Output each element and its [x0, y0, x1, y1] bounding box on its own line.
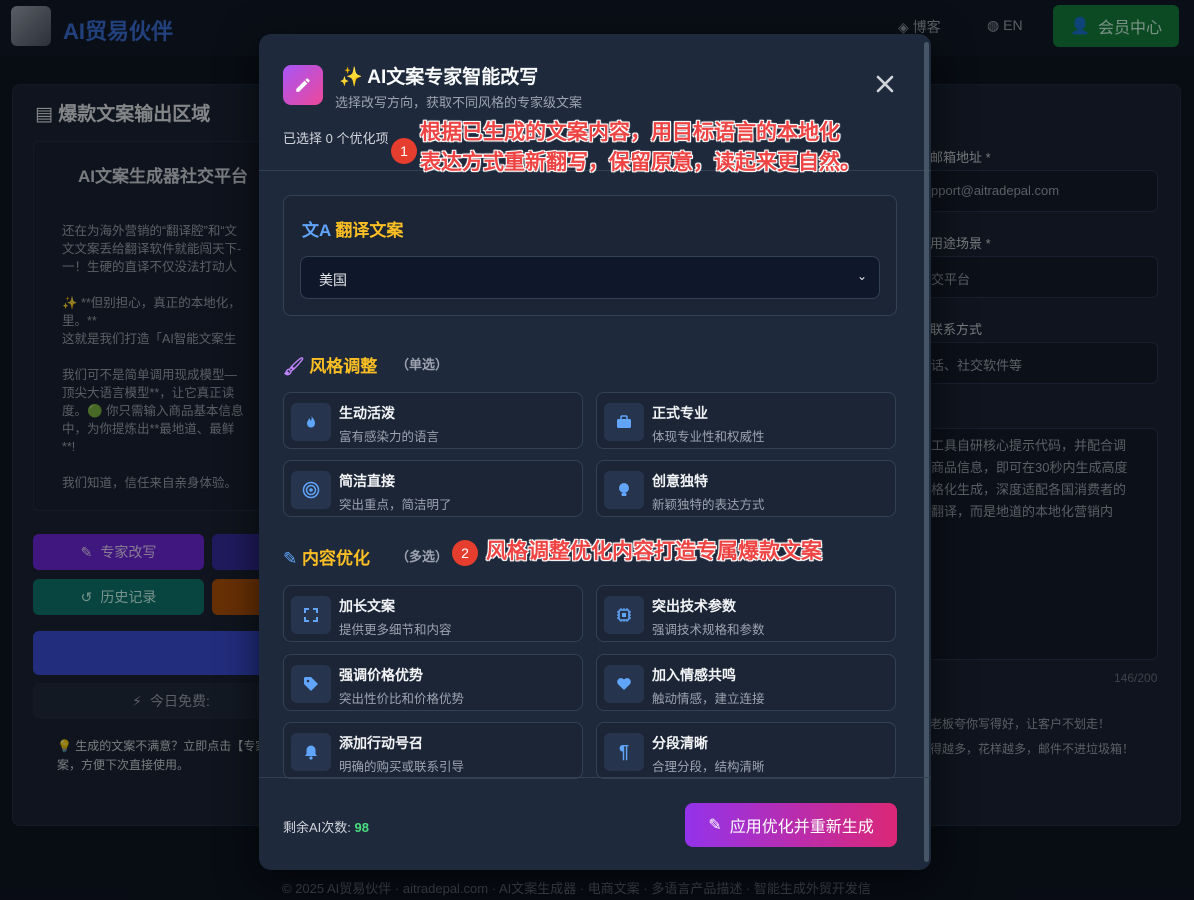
lightbulb-icon [604, 471, 644, 509]
content-option-lengthen[interactable]: 加长文案 提供更多细节和内容 [283, 585, 583, 642]
option-desc: 体现专业性和权威性 [652, 430, 765, 444]
option-desc: 合理分段，结构清晰 [652, 760, 765, 774]
option-desc: 提供更多细节和内容 [339, 623, 452, 637]
apply-regenerate-button[interactable]: ✎ 应用优化并重新生成 [685, 803, 897, 847]
content-title: 内容优化 [301, 549, 370, 568]
translate-heading: 文A 翻译文案 [302, 216, 403, 241]
translate-section: 文A 翻译文案 美国 ⌄ [283, 195, 897, 316]
footer-divider [259, 777, 931, 778]
modal-title: ✨ AI文案专家智能改写 [339, 67, 539, 88]
remaining-value: 98 [354, 820, 369, 835]
paragraph-icon: ¶ [604, 733, 644, 771]
style-note: （单选） [396, 357, 449, 372]
content-note: （多选） [396, 549, 449, 564]
translate-title: 翻译文案 [335, 221, 404, 240]
edit-square-icon: ✎ [283, 549, 302, 568]
style-option-vivid[interactable]: 生动活泼 富有感染力的语言 [283, 392, 583, 449]
country-value: 美国 [319, 272, 347, 288]
expand-icon [291, 596, 331, 634]
style-option-creative[interactable]: 创意独特 新颖独特的表达方式 [596, 460, 896, 517]
option-desc: 富有感染力的语言 [339, 430, 440, 444]
option-title: 突出技术参数 [652, 598, 736, 614]
close-icon[interactable] [869, 68, 901, 100]
option-desc: 突出性价比和价格优势 [339, 692, 465, 706]
content-option-price[interactable]: 强调价格优势 突出性价比和价格优势 [283, 654, 583, 711]
style-option-concise[interactable]: 简洁直接 突出重点，简洁明了 [283, 460, 583, 517]
selected-count: 已选择 0 个优化项 [283, 131, 389, 146]
option-desc: 强调技术规格和参数 [652, 623, 765, 637]
option-title: 生动活泼 [339, 405, 395, 421]
pen-icon: ✎ [708, 817, 722, 834]
target-icon [291, 471, 331, 509]
option-title: 加入情感共鸣 [652, 667, 736, 683]
edit-icon [283, 65, 323, 105]
annotation-1: 根据已生成的文案内容，用目标语言的本地化 表达方式重新翻写，保留原意，读起来更自… [420, 121, 861, 174]
option-title: 正式专业 [652, 405, 708, 421]
annotation-badge-1: 1 [391, 138, 417, 164]
option-title: 添加行动号召 [339, 735, 423, 751]
briefcase-icon [604, 403, 644, 441]
translate-icon: 文A [302, 221, 336, 240]
chip-icon [604, 596, 644, 634]
option-title: 分段清晰 [652, 735, 708, 751]
modal-subtitle: 选择改写方向，获取不同风格的专家级文案 [335, 95, 583, 110]
option-desc: 明确的购买或联系引导 [339, 760, 465, 774]
remaining-credits: 剩余AI次数: 98 [283, 817, 369, 836]
fire-icon [291, 403, 331, 441]
content-option-paragraph[interactable]: ¶ 分段清晰 合理分段，结构清晰 [596, 722, 896, 779]
heart-icon [604, 665, 644, 703]
option-title: 加长文案 [339, 598, 395, 614]
style-heading: 🖌 风格调整 [283, 352, 377, 377]
annotation-2: 风格调整优化内容打造专属爆款文案 [486, 540, 822, 563]
content-option-cta[interactable]: 添加行动号召 明确的购买或联系引导 [283, 722, 583, 779]
style-title: 风格调整 [309, 357, 378, 376]
content-heading: ✎ 内容优化 [283, 544, 370, 569]
option-desc: 新颖独特的表达方式 [652, 498, 765, 512]
bell-icon [291, 733, 331, 771]
apply-label: 应用优化并重新生成 [729, 819, 874, 836]
tag-icon [291, 665, 331, 703]
remaining-label: 剩余AI次数: [283, 820, 351, 835]
option-title: 强调价格优势 [339, 667, 423, 683]
option-desc: 突出重点，简洁明了 [339, 498, 452, 512]
brush-icon: 🖌 [283, 357, 310, 376]
country-select[interactable]: 美国 ⌄ [300, 256, 880, 299]
annotation-badge-2: 2 [452, 540, 478, 566]
chevron-down-icon: ⌄ [856, 269, 867, 283]
style-option-formal[interactable]: 正式专业 体现专业性和权威性 [596, 392, 896, 449]
option-desc: 触动情感，建立连接 [652, 692, 765, 706]
modal-scrollbar[interactable] [924, 42, 929, 862]
option-title: 创意独特 [652, 473, 708, 489]
content-option-tech[interactable]: 突出技术参数 强调技术规格和参数 [596, 585, 896, 642]
content-option-emotion[interactable]: 加入情感共鸣 触动情感，建立连接 [596, 654, 896, 711]
option-title: 简洁直接 [339, 473, 395, 489]
